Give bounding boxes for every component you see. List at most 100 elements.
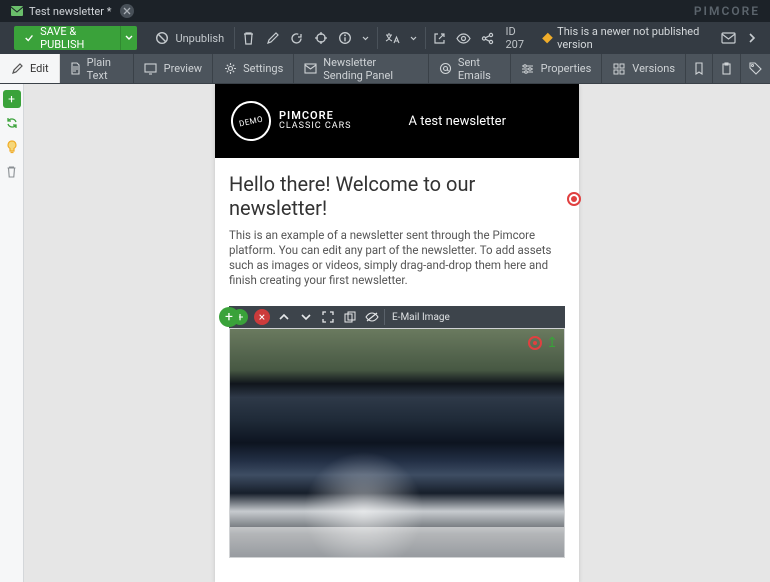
block-remove[interactable]: × bbox=[251, 306, 273, 328]
tab-label: Preview bbox=[164, 62, 202, 75]
canvas: DEMO PIMCORE CLASSIC CARS A test newslet… bbox=[24, 84, 770, 582]
block-move-up[interactable] bbox=[273, 306, 295, 328]
save-dropdown[interactable] bbox=[120, 26, 137, 50]
tab-label: Versions bbox=[632, 62, 675, 75]
tab-label: Newsletter Sending Panel bbox=[323, 56, 418, 82]
target-button[interactable] bbox=[309, 24, 333, 52]
block-add-button[interactable]: + bbox=[219, 307, 239, 327]
preview-eye-button[interactable] bbox=[452, 24, 476, 52]
screen-icon bbox=[144, 62, 158, 76]
trash-icon bbox=[242, 31, 255, 45]
brand-line1: PIMCORE bbox=[279, 111, 352, 121]
tab-label: Edit bbox=[30, 62, 49, 75]
tab-close-button[interactable] bbox=[120, 4, 134, 18]
tab-versions[interactable]: Versions bbox=[602, 54, 686, 83]
tag-icon bbox=[749, 62, 762, 75]
expand-right-button[interactable] bbox=[740, 24, 764, 52]
block-visibility[interactable] bbox=[361, 306, 383, 328]
upload-icon[interactable]: ↥ bbox=[546, 335, 558, 351]
delete-button[interactable] bbox=[237, 24, 261, 52]
document-id: ID 207 bbox=[499, 25, 538, 51]
chevron-up-icon bbox=[279, 313, 289, 321]
tab-label: Properties bbox=[541, 62, 592, 75]
separator bbox=[425, 27, 426, 49]
image-corner-controls: ↥ bbox=[528, 335, 558, 351]
rail-trash-button[interactable] bbox=[3, 162, 21, 180]
brand-logo: PIMCORE bbox=[694, 4, 770, 18]
mail-icon bbox=[721, 32, 736, 44]
chevron-down-icon bbox=[301, 313, 311, 321]
editor-toolbar: Edit Plain Text Preview Settings Newslet… bbox=[0, 54, 770, 84]
rail-add-button[interactable]: + bbox=[3, 90, 21, 108]
grid-icon bbox=[612, 62, 626, 76]
status-text: This is a newer not published version bbox=[557, 25, 710, 51]
info-button[interactable] bbox=[333, 24, 357, 52]
tab-sent-emails[interactable]: Sent Emails bbox=[429, 54, 511, 83]
image-dropzone[interactable]: ↥ bbox=[229, 328, 565, 558]
info-more-dropdown[interactable] bbox=[357, 24, 376, 52]
newsletter-title[interactable]: A test newsletter bbox=[352, 114, 563, 129]
trash-icon bbox=[6, 165, 17, 178]
chevron-down-icon bbox=[362, 36, 369, 41]
notes-button[interactable] bbox=[713, 54, 741, 83]
reload-icon bbox=[290, 32, 303, 45]
block-type-label: E-Mail Image bbox=[392, 312, 450, 323]
document-tab[interactable]: Test newsletter * bbox=[4, 0, 140, 22]
tab-label: Settings bbox=[243, 62, 283, 75]
rename-button[interactable] bbox=[261, 24, 285, 52]
tab-settings[interactable]: Settings bbox=[213, 54, 294, 83]
brand-line2: CLASSIC CARS bbox=[279, 121, 352, 131]
save-publish-button[interactable]: SAVE & PUBLISH bbox=[14, 26, 120, 50]
translate-dropdown[interactable] bbox=[404, 24, 423, 52]
block-copy[interactable] bbox=[339, 306, 361, 328]
newsletter-heading[interactable]: Hello there! Welcome to our newsletter! bbox=[229, 172, 565, 220]
unpublish-button[interactable]: Unpublish bbox=[147, 26, 232, 50]
copy-icon bbox=[344, 311, 356, 323]
tag-button[interactable] bbox=[741, 54, 770, 83]
tab-plain-text[interactable]: Plain Text bbox=[60, 54, 134, 83]
inline-target-marker[interactable] bbox=[567, 192, 581, 206]
share-button[interactable] bbox=[476, 24, 500, 52]
brand-logo-block: DEMO PIMCORE CLASSIC CARS bbox=[231, 101, 352, 141]
eye-off-icon bbox=[365, 311, 379, 323]
editor-main: + DEMO PIMCORE CLASSIC CARS bbox=[0, 84, 770, 582]
block-expand[interactable] bbox=[317, 306, 339, 328]
image-editable-block: + + × E-Mail Image ↥ bbox=[229, 306, 565, 558]
newsletter-paragraph[interactable]: This is an example of a newsletter sent … bbox=[229, 228, 565, 288]
left-rail: + bbox=[0, 84, 24, 582]
badge-text: DEMO bbox=[238, 114, 264, 128]
tab-preview[interactable]: Preview bbox=[134, 54, 213, 83]
chevron-right-icon bbox=[747, 32, 757, 44]
rail-sync-button[interactable] bbox=[3, 114, 21, 132]
tab-label: Sent Emails bbox=[458, 56, 500, 82]
expand-icon bbox=[322, 311, 334, 323]
chevron-down-icon bbox=[125, 35, 133, 41]
document-icon bbox=[70, 62, 81, 76]
bookmark-icon bbox=[694, 62, 704, 75]
newsletter-page: DEMO PIMCORE CLASSIC CARS A test newslet… bbox=[215, 84, 579, 582]
tab-edit[interactable]: Edit bbox=[0, 54, 60, 83]
bookmark-button[interactable] bbox=[686, 54, 713, 83]
open-external-button[interactable] bbox=[428, 24, 452, 52]
unpublish-icon bbox=[155, 31, 169, 45]
block-move-down[interactable] bbox=[295, 306, 317, 328]
separator bbox=[234, 27, 235, 49]
focal-point-icon[interactable] bbox=[528, 336, 542, 350]
translate-button[interactable] bbox=[380, 24, 404, 52]
unpublish-label: Unpublish bbox=[175, 32, 224, 45]
mail-action-button[interactable] bbox=[716, 24, 740, 52]
at-icon bbox=[439, 62, 452, 76]
rail-hint-button[interactable] bbox=[3, 138, 21, 156]
share-icon bbox=[481, 32, 494, 45]
reload-button[interactable] bbox=[285, 24, 309, 52]
clipboard-icon bbox=[721, 62, 732, 75]
pencil-icon bbox=[266, 32, 279, 45]
sync-icon bbox=[5, 116, 19, 130]
tab-title: Test newsletter * bbox=[29, 5, 111, 18]
translate-icon bbox=[385, 32, 400, 45]
tab-properties[interactable]: Properties bbox=[511, 54, 603, 83]
tab-sending-panel[interactable]: Newsletter Sending Panel bbox=[294, 54, 429, 83]
warning-diamond-icon bbox=[543, 33, 553, 43]
eye-icon bbox=[456, 33, 471, 44]
mail-icon bbox=[10, 4, 24, 18]
